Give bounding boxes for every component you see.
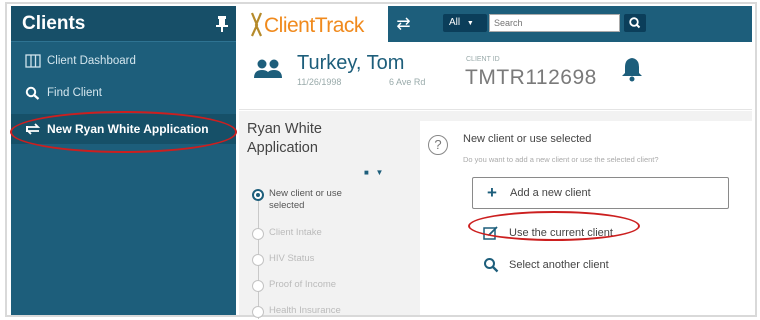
client-banner: Turkey, Tom 11/26/1998 6 Ave Rd CLIENT I…: [239, 42, 752, 110]
wizard-controls[interactable]: ■ ▼: [364, 168, 383, 177]
logo[interactable]: ClientTrack: [239, 6, 387, 42]
pin-icon[interactable]: [214, 15, 230, 33]
logo-mark-icon: [250, 12, 263, 37]
client-id-label: CLIENT ID: [466, 56, 500, 63]
logo-text: ClientTrack: [264, 14, 364, 37]
search-icon: [482, 256, 500, 274]
sidebar: Clients Client Dashboard Find Client New…: [11, 6, 236, 315]
question-title: New client or use selected: [463, 133, 592, 145]
step-label: Client Intake: [269, 227, 322, 238]
select-another-client-button[interactable]: Select another client: [472, 249, 729, 281]
step-label: Proof of Income: [269, 279, 337, 290]
step-circle-icon: [252, 254, 264, 266]
search-button[interactable]: [624, 14, 646, 32]
search-input[interactable]: [489, 14, 620, 32]
client-name: Turkey, Tom: [297, 52, 405, 74]
search-scope-select[interactable]: All ▼: [443, 14, 487, 32]
client-dob: 11/26/1998: [297, 77, 342, 87]
step-label: New client or use selected: [269, 188, 342, 211]
search-scope-value: All: [449, 17, 461, 28]
step-current-icon: [252, 189, 264, 201]
step-label: HIV Status: [269, 253, 315, 264]
search-icon: [25, 86, 40, 100]
step-circle-icon: [252, 228, 264, 240]
wizard-steps-panel: Ryan White Application ■ ▼ New client or…: [239, 111, 403, 319]
wizard-title: Ryan White Application: [247, 121, 322, 156]
chevron-down-icon: ▼: [466, 20, 474, 27]
option-label: Select another client: [509, 259, 609, 271]
add-new-client-button[interactable]: + Add a new client: [472, 177, 729, 209]
sidebar-header: Clients: [11, 6, 236, 42]
client-address: 6 Ave Rd: [389, 77, 426, 87]
highlight-oval-sidebar: [10, 111, 237, 153]
highlight-oval-use-current: [468, 211, 640, 241]
switch-button[interactable]: ⇄: [388, 6, 419, 42]
step-label: Health Insurance: [269, 305, 341, 316]
people-icon: [254, 59, 282, 78]
dashboard-icon: [25, 54, 41, 68]
step-circle-icon: [252, 280, 264, 292]
bell-icon[interactable]: [621, 56, 643, 82]
question-subtitle: Do you want to add a new client or use t…: [463, 155, 659, 164]
sidebar-item-find-client[interactable]: Find Client: [11, 78, 236, 108]
step-circle-icon: [252, 306, 264, 318]
sidebar-item-label: Client Dashboard: [47, 55, 136, 67]
question-mark-icon: ?: [428, 135, 448, 155]
chevron-down-icon: ▼: [375, 168, 384, 177]
plus-icon: +: [487, 183, 497, 202]
sidebar-item-client-dashboard[interactable]: Client Dashboard: [11, 46, 236, 76]
top-bar: All ▼: [419, 6, 752, 42]
search-icon: [629, 17, 641, 29]
sidebar-item-label: Find Client: [47, 87, 102, 99]
sidebar-title: Clients: [22, 13, 86, 34]
swap-arrows-icon: ⇄: [396, 14, 411, 33]
option-label: Add a new client: [510, 187, 591, 199]
client-id: TMTR112698: [465, 66, 597, 89]
